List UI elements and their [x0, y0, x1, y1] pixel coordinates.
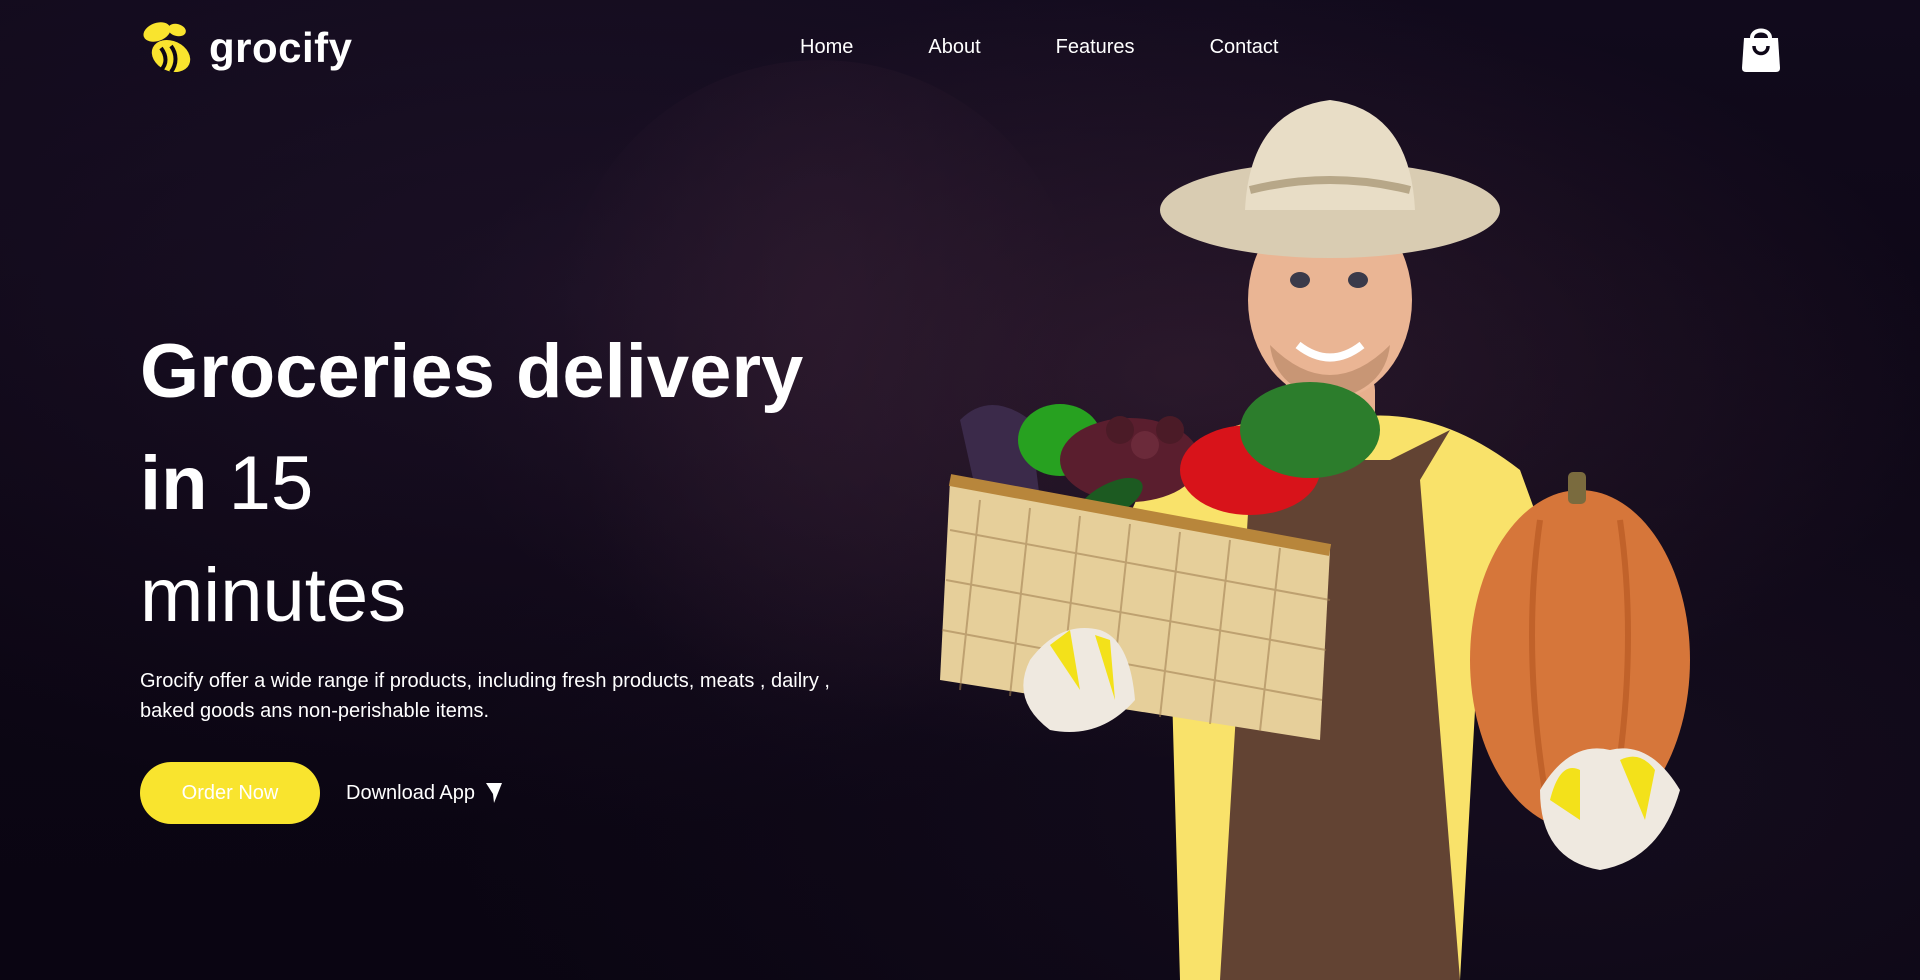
- nav-contact[interactable]: Contact: [1210, 36, 1279, 59]
- nav-home[interactable]: Home: [800, 36, 853, 59]
- navbar: grocify Home About Features Contact: [0, 0, 1920, 100]
- farmer-illustration: [940, 100, 1690, 980]
- download-app-link[interactable]: Download App: [346, 782, 503, 805]
- main-nav: Home About Features Contact: [800, 36, 1279, 59]
- hero-description: Grocify offer a wide range if products, …: [140, 670, 830, 722]
- order-now-button[interactable]: Order Now: [140, 762, 320, 824]
- hero-headline: Groceries delivery in 15 minutes: [140, 316, 860, 652]
- download-app-label: Download App: [346, 781, 475, 804]
- cursor-arrow-icon: [485, 783, 502, 803]
- shopping-bag-icon[interactable]: [1740, 24, 1782, 72]
- cta-row: Order Now Download App: [140, 762, 503, 824]
- logo[interactable]: grocify: [139, 20, 353, 76]
- bee-logo-icon: [143, 22, 191, 74]
- nav-about[interactable]: About: [928, 36, 980, 59]
- hero-text: Groceries delivery in 15 minutes Grocify…: [140, 316, 860, 726]
- brand-name: grocify: [209, 24, 353, 71]
- nav-features[interactable]: Features: [1056, 36, 1135, 59]
- headline-number: 15: [228, 441, 314, 526]
- headline-minutes: minutes: [140, 553, 407, 638]
